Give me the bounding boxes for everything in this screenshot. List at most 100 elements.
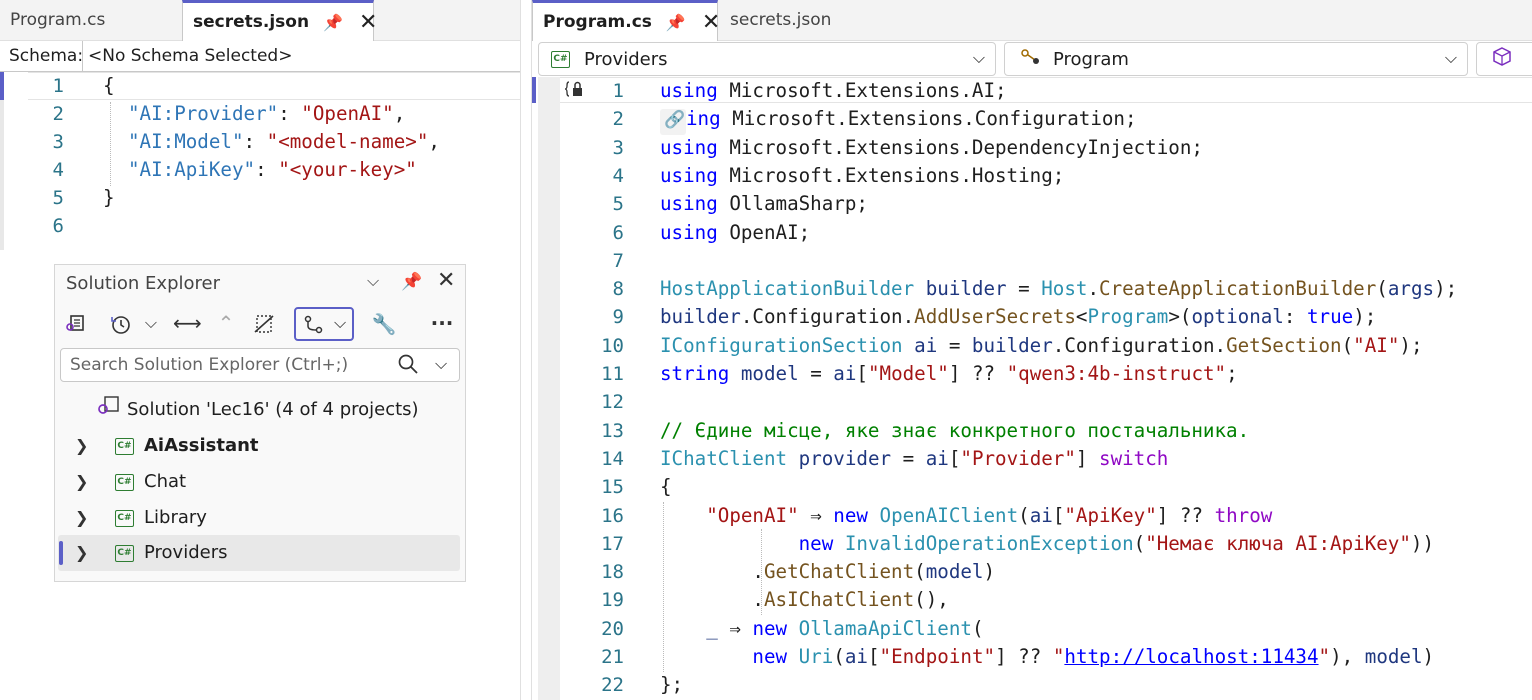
toolbar: ⌵ ⟷ ⌃ ⌵ 🔧 ··· [55,307,465,343]
line-number: 5 [612,193,624,216]
line-number: 22 [601,674,624,697]
code-comment: // Єдине місце, яке знає конкретного пос… [660,418,1250,442]
pin-icon[interactable]: 📌 [666,13,686,32]
schema-select[interactable]: <No Schema Selected> [82,41,520,71]
line-number: 21 [601,646,624,668]
code-line: IConfigurationSection ai = builder.Confi… [660,333,1423,357]
code-line: ing Microsoft.Extensions.Configuration; [686,107,1137,131]
selection-marker [59,541,63,565]
chevron-down-icon: ⌵ [1444,48,1457,67]
class-icon [1019,47,1043,72]
solution-node[interactable]: Solution 'Lec16' (4 of 4 projects) [97,393,419,427]
code-line: .AsIChatClient(), [660,588,949,612]
line-number: 6 [52,215,64,237]
code-line: using Microsoft.Extensions.DependencyInj… [660,135,1203,159]
pane-splitter[interactable] [520,0,532,700]
method-cube-icon [1491,46,1513,73]
chevron-down-icon[interactable]: ⌵ [367,271,379,291]
json-line: { [103,74,115,97]
line-number: 9 [612,306,624,329]
current-line-marker [0,72,4,100]
line-number: 11 [601,363,624,385]
chevron-right-icon[interactable]: ❯ [75,465,115,499]
code-line: { [660,475,672,499]
csharp-project-icon: C# [115,473,134,491]
chevron-right-icon[interactable]: ❯ [75,536,115,570]
switch-views-icon[interactable] [63,313,89,338]
line-number: 15 [601,476,624,499]
show-all-files-icon[interactable] [251,313,277,340]
tab-secrets-json-left[interactable]: secrets.json 📌 ✕ [182,0,377,41]
code-line: _ ⇒ new OllamaApiClient( [706,616,984,640]
more-options-icon[interactable]: ··· [429,311,455,335]
line-number: 16 [601,504,624,527]
tab-secrets-json-right[interactable]: secrets.json [720,0,880,40]
code-line: using Microsoft.Extensions.AI; [660,79,1007,102]
member-dropdown[interactable] [1476,42,1532,76]
right-tab-strip: Program.cs 📌 ✕ secrets.json [532,0,1532,41]
line-number: 10 [601,334,624,357]
code-line: builder.Configuration.AddUserSecrets<Pro… [660,305,1377,329]
code-line: }; [660,673,684,697]
type-dropdown[interactable]: Program ⌵ [1004,42,1468,76]
line-number: 5 [52,187,64,209]
sync-arrows-icon[interactable]: ⟷ [173,311,202,335]
line-number: 17 [601,532,624,555]
line-number: 1 [52,75,64,97]
search-icon[interactable] [397,353,419,379]
quick-action-lightbulb[interactable]: 🔗 [660,109,686,135]
line-number: 14 [601,447,624,470]
code-line: new Uri(ai["Endpoint"] ?? "http://localh… [752,645,1435,668]
project-node-library[interactable]: ❯ C# Library [75,501,455,535]
json-line: "AI:Model": "<model-name>", [128,130,440,153]
code-line: using OpenAI; [660,220,811,244]
git-branch-icon [302,314,326,340]
chevron-down-icon: ⌵ [972,48,985,67]
solution-icon [97,393,121,427]
json-editor[interactable]: 1 2 3 4 5 6 { "AI:Provider": "OpenAI", "… [0,72,520,250]
code-line: string model = ai["Model"] ?? "qwen3:4b-… [660,362,1238,385]
line-number: 7 [612,249,624,272]
csharp-project-icon: C# [115,509,134,527]
close-icon[interactable]: ✕ [702,10,720,35]
search-box[interactable]: Search Solution Explorer (Ctrl+;) ⌵ [60,348,460,382]
localhost-link[interactable]: http://localhost:11434 [1064,645,1318,668]
properties-wrench-icon[interactable]: 🔧 [371,312,397,336]
csharp-project-icon: C# [115,437,134,455]
chevron-right-icon[interactable]: ❯ [75,429,115,463]
line-number: 18 [601,561,624,584]
chevron-right-icon[interactable]: ❯ [75,501,115,535]
close-icon[interactable]: ✕ [359,10,377,35]
project-dropdown[interactable]: C# Providers ⌵ [538,42,996,76]
chevron-down-icon[interactable]: ⌵ [435,354,447,374]
schema-label: Schema: [9,46,84,66]
pin-icon[interactable]: 📌 [323,13,343,32]
project-node-aiassistant[interactable]: ❯ C# AiAssistant [75,429,455,463]
line-number: 13 [601,419,624,442]
line-number: 4 [612,164,624,187]
line-number: 4 [52,159,64,181]
line-number: 6 [612,221,624,244]
tab-program-cs-left[interactable]: Program.cs [0,0,182,40]
project-node-chat[interactable]: ❯ C# Chat [75,465,455,499]
close-icon[interactable]: ✕ [437,268,455,293]
tab-program-cs-right[interactable]: Program.cs 📌 ✕ [532,0,720,41]
csharp-project-icon: C# [551,50,570,68]
collapse-all-icon[interactable]: ⌃ [213,311,239,335]
navigation-bar: C# Providers ⌵ Program ⌵ [532,41,1532,78]
link-icon: 🔗 [664,110,686,130]
code-line: "OpenAI" ⇒ new OpenAIClient(ai["ApiKey"]… [706,503,1273,527]
project-node-providers[interactable]: ❯ C# Providers [75,536,455,570]
chevron-down-icon[interactable]: ⌵ [141,313,161,333]
search-input[interactable]: Search Solution Explorer (Ctrl+;) [70,355,348,375]
code-line: new InvalidOperationException("Немає клю… [798,531,1435,555]
code-lens-lock-icon[interactable] [564,79,586,103]
code-editor[interactable]: 🔗 1 2 3 4 5 6 7 8 9 10 11 12 13 14 15 16… [532,77,1532,700]
schema-bar: Schema: <No Schema Selected> [0,41,520,72]
panel-title: Solution Explorer [66,273,220,294]
code-line: .GetChatClient(model) [660,560,996,584]
pin-icon[interactable]: 📌 [401,272,422,292]
pending-changes-filter-button[interactable]: ⌵ [294,307,354,341]
code-line: IChatClient provider = ai["Provider"] sw… [660,446,1169,470]
history-icon[interactable] [107,313,133,340]
